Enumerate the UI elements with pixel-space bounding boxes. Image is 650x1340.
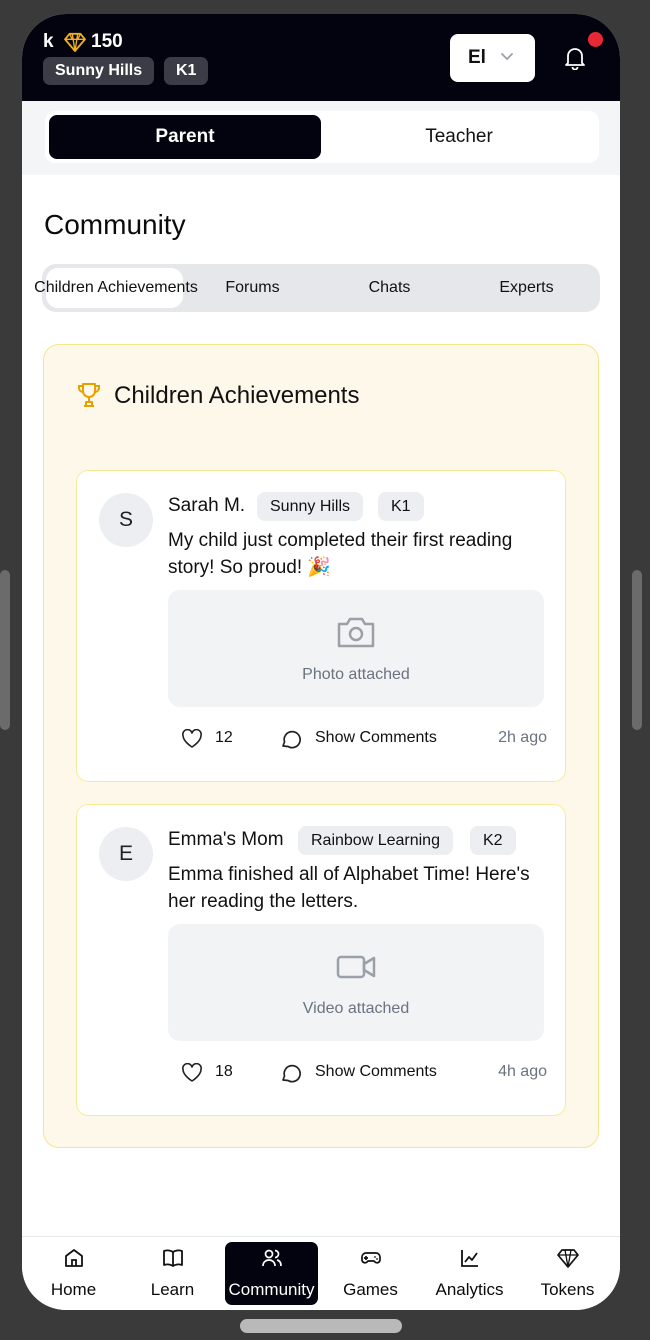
- comment-icon[interactable]: [280, 1062, 302, 1084]
- camera-icon: [337, 617, 375, 648]
- top-bar: k 150 Sunny Hills K1 El: [22, 14, 620, 101]
- achievement-post: S Sarah M. Sunny Hills K1 My child just …: [76, 470, 566, 782]
- nav-label: Analytics: [435, 1280, 504, 1299]
- post-time: 2h ago: [498, 729, 547, 746]
- book-icon: [162, 1249, 183, 1267]
- school-badge: Sunny Hills: [257, 492, 364, 521]
- video-icon: [336, 955, 376, 979]
- chart-icon: [460, 1250, 478, 1267]
- parent-role-button[interactable]: Parent: [49, 115, 321, 159]
- nav-learn[interactable]: Learn: [124, 1237, 221, 1310]
- like-count: 18: [215, 1063, 233, 1080]
- achievement-post: E Emma's Mom Rainbow Learning K2 Emma fi…: [76, 804, 566, 1116]
- bottom-nav: Home Learn Community Games Analytics Tok…: [22, 1236, 620, 1310]
- post-author: Sarah M.: [168, 495, 246, 516]
- comment-icon[interactable]: [280, 728, 302, 750]
- show-comments-button[interactable]: Show Comments: [315, 729, 437, 747]
- section-title: Children Achievements: [114, 382, 360, 409]
- users-icon: [261, 1249, 282, 1267]
- grade-badge: K1: [378, 492, 424, 521]
- school-badge: Sunny Hills: [43, 57, 155, 85]
- notification-dot: [588, 32, 603, 47]
- nav-community[interactable]: Community: [225, 1237, 318, 1310]
- media-label: Photo attached: [302, 666, 410, 683]
- bell-icon[interactable]: [564, 46, 586, 70]
- video-attachment[interactable]: Video attached: [168, 924, 544, 1041]
- nav-games[interactable]: Games: [322, 1237, 419, 1310]
- avatar: E: [99, 827, 153, 881]
- user-initial: k: [43, 31, 54, 52]
- tab-chats[interactable]: Chats: [321, 264, 458, 312]
- post-text: Emma finished all of Alphabet Time! Here…: [168, 864, 530, 912]
- gem-icon: [556, 1249, 579, 1268]
- language-select[interactable]: El: [450, 34, 535, 82]
- nav-label: Learn: [150, 1280, 195, 1299]
- nav-tokens[interactable]: Tokens: [519, 1237, 616, 1310]
- grade-badge: K1: [164, 57, 209, 85]
- tab-children-achievements[interactable]: Children Achievements: [26, 264, 206, 312]
- nav-label: Home: [50, 1280, 97, 1299]
- achievements-panel: Children Achievements S Sarah M. Sunny H…: [43, 344, 599, 1148]
- nav-label: Community: [228, 1280, 315, 1299]
- teacher-role-button[interactable]: Teacher: [323, 115, 595, 159]
- post-time: 4h ago: [498, 1063, 547, 1080]
- like-count: 12: [215, 729, 233, 746]
- nav-label: Tokens: [540, 1280, 595, 1299]
- gamepad-icon: [360, 1252, 381, 1264]
- tab-experts[interactable]: Experts: [458, 264, 595, 312]
- post-text: My child just completed their first read…: [168, 530, 513, 578]
- post-actions: 12 Show Comments 2h ago: [177, 727, 547, 751]
- home-indicator[interactable]: [240, 1319, 402, 1333]
- tab-forums[interactable]: Forums: [184, 264, 321, 312]
- home-icon: [64, 1249, 83, 1267]
- token-count: 150: [91, 31, 123, 52]
- side-button-left: [0, 570, 10, 730]
- post-author: Emma's Mom: [168, 829, 284, 850]
- language-value: El: [468, 47, 486, 68]
- side-button-right: [632, 570, 642, 730]
- nav-label: Games: [343, 1280, 398, 1299]
- school-badge: Rainbow Learning: [298, 826, 453, 855]
- media-label: Video attached: [302, 1000, 410, 1017]
- heart-icon[interactable]: [181, 1063, 203, 1083]
- gem-icon: [64, 32, 86, 52]
- trophy-icon: [78, 383, 100, 407]
- post-actions: 18 Show Comments 4h ago: [177, 1061, 547, 1085]
- avatar: S: [99, 493, 153, 547]
- photo-attachment[interactable]: Photo attached: [168, 590, 544, 707]
- role-area: Parent Teacher: [22, 101, 620, 175]
- phone-screen: k 150 Sunny Hills K1 El Parent Teacher C…: [22, 14, 620, 1310]
- heart-icon[interactable]: [181, 729, 203, 749]
- community-tabs: Children Achievements Forums Chats Exper…: [34, 264, 600, 312]
- page-title: Community: [44, 209, 186, 240]
- nav-analytics[interactable]: Analytics: [420, 1237, 519, 1310]
- chevron-down-icon: [501, 53, 513, 61]
- role-toggle: Parent Teacher: [45, 111, 599, 163]
- grade-badge: K2: [470, 826, 516, 855]
- nav-home[interactable]: Home: [25, 1237, 122, 1310]
- show-comments-button[interactable]: Show Comments: [315, 1063, 437, 1081]
